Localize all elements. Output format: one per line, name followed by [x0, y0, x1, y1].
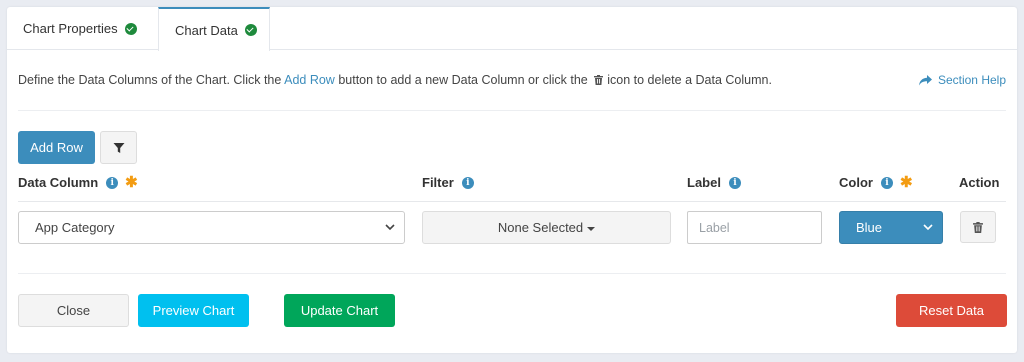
tab-chart-data[interactable]: Chart Data	[158, 7, 270, 51]
section-help-link[interactable]: Section Help	[918, 73, 1006, 87]
share-arrow-icon	[918, 74, 932, 85]
header-label: Data Column	[18, 175, 99, 190]
info-icon[interactable]: i	[880, 176, 893, 189]
intro-text-part: button to add a new Data Column or click…	[334, 73, 592, 87]
color-select[interactable]: Blue	[839, 211, 943, 244]
header-data-column: Data Column i ✱	[18, 173, 138, 191]
filter-icon	[113, 142, 124, 153]
intro-text-part: Define the Data Columns of the Chart. Cl…	[18, 73, 285, 87]
required-asterisk-icon: ✱	[899, 173, 913, 191]
chart-data-panel: Chart Properties Chart Data Define the D…	[7, 7, 1017, 353]
tab-bar: Chart Properties Chart Data	[7, 7, 1017, 51]
header-action: Action	[959, 175, 999, 190]
filter-button[interactable]	[100, 131, 137, 164]
update-chart-button[interactable]: Update Chart	[284, 294, 395, 327]
filter-dropdown[interactable]: None Selected	[422, 211, 671, 244]
tab-label: Chart Data	[175, 22, 238, 38]
divider	[18, 273, 1006, 274]
color-value: Blue	[856, 220, 883, 235]
add-row-link[interactable]: Add Row	[284, 73, 335, 87]
section-help-label: Section Help	[937, 73, 1006, 87]
header-filter: Filter i	[422, 175, 474, 190]
check-circle-icon	[244, 24, 257, 36]
info-icon[interactable]: i	[728, 176, 741, 189]
trash-icon	[973, 221, 983, 233]
header-label: Filter	[422, 175, 454, 190]
reset-data-button[interactable]: Reset Data	[896, 294, 1007, 327]
tab-label: Chart Properties	[23, 21, 118, 36]
divider	[18, 110, 1006, 111]
add-row-button[interactable]: Add Row	[18, 131, 95, 164]
header-label: Action	[959, 175, 1000, 190]
info-icon[interactable]: i	[106, 176, 119, 189]
data-column-select[interactable]: App Category	[18, 211, 405, 244]
data-column-value: App Category	[35, 220, 115, 235]
chevron-down-icon	[385, 224, 395, 231]
required-asterisk-icon: ✱	[125, 173, 138, 191]
delete-row-button[interactable]	[960, 211, 996, 243]
info-icon[interactable]: i	[461, 176, 474, 189]
header-color: Color i ✱	[839, 173, 913, 191]
header-label: Label i	[687, 175, 741, 190]
header-label: Label	[687, 175, 721, 190]
intro-text: Define the Data Columns of the Chart. Cl…	[18, 73, 772, 87]
filter-value: None Selected	[497, 220, 584, 235]
label-input[interactable]	[687, 211, 822, 244]
preview-chart-button[interactable]: Preview Chart	[138, 294, 249, 327]
header-label: Color	[839, 175, 873, 190]
check-circle-icon	[124, 22, 137, 35]
intro-text-part: icon to delete a Data Column.	[607, 73, 772, 87]
chevron-down-icon	[923, 224, 933, 231]
caret-down-icon	[587, 226, 596, 231]
trash-icon	[594, 75, 604, 85]
tab-chart-properties[interactable]: Chart Properties	[7, 7, 158, 50]
header-divider	[18, 201, 1006, 202]
close-button[interactable]: Close	[18, 294, 129, 327]
